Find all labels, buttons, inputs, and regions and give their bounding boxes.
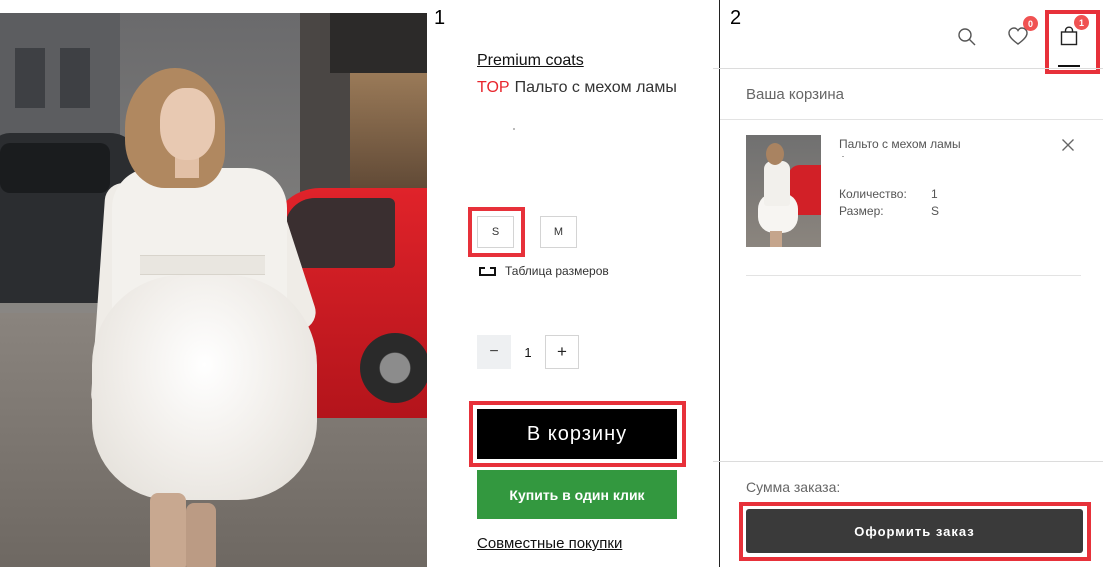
wishlist-count-badge: 0 (1023, 16, 1038, 31)
checkout-button[interactable]: Оформить заказ (746, 509, 1083, 553)
photo-window (15, 48, 45, 108)
cart-item-divider (746, 275, 1081, 276)
cart-count-badge: 1 (1074, 15, 1089, 30)
cart-active-indicator (1058, 65, 1080, 67)
panel-number-1: 1 (434, 7, 446, 29)
header-divider (713, 68, 1103, 69)
photo-boot-left (150, 493, 186, 567)
decorative-dot (513, 128, 515, 130)
top-badge: TOP (477, 79, 510, 96)
cart-footer-divider (713, 461, 1103, 462)
cart-item-name[interactable]: Пальто с мехом ламы (839, 137, 961, 151)
product-photo[interactable] (0, 13, 427, 567)
size-table-label: Таблица размеров (505, 264, 609, 278)
size-table-link[interactable]: Таблица размеров (479, 264, 609, 278)
photo-window (60, 48, 90, 108)
product-name: Пальто с мехом ламы (514, 79, 677, 96)
buy-one-click-button[interactable]: Купить в один клик (477, 470, 677, 519)
add-to-cart-button[interactable]: В корзину (477, 409, 677, 459)
brand-link[interactable]: Premium coats (477, 52, 584, 70)
photo-shop-window (350, 73, 427, 203)
cart-item-quantity-label: Количество: (839, 187, 907, 201)
cart-item-size-value: S (931, 204, 940, 218)
photo-wheel (360, 333, 427, 403)
panel-divider (719, 0, 720, 567)
search-icon[interactable] (957, 27, 977, 47)
thumb-coat (764, 161, 790, 206)
product-title: TOP Пальто с мехом ламы (477, 79, 677, 97)
photo-shop-sign (330, 13, 427, 73)
quantity-value[interactable]: 1 (511, 335, 545, 369)
thumb-hair (766, 143, 784, 165)
photo-boot-right (186, 503, 216, 567)
group-buy-link[interactable]: Совместные покупки (477, 535, 622, 552)
cart-item-dot (842, 156, 844, 157)
cart-item-size-label: Размер: (839, 204, 884, 218)
bag-icon[interactable] (1060, 26, 1078, 46)
photo-red-car-glass (285, 198, 395, 268)
size-option-m[interactable]: M (540, 216, 577, 248)
photo-face (160, 88, 215, 160)
ruler-icon (479, 266, 496, 276)
heart-icon[interactable] (1008, 27, 1028, 46)
quantity-decrease-button[interactable]: − (477, 335, 511, 369)
quantity-increase-button[interactable]: + (545, 335, 579, 369)
cart-item-thumbnail[interactable] (746, 135, 821, 247)
close-icon[interactable] (1061, 138, 1075, 152)
cart-title-divider (720, 119, 1103, 120)
panel-number-2: 2 (730, 7, 742, 29)
photo-belt (140, 255, 265, 275)
cart-title: Ваша корзина (746, 86, 845, 103)
thumb-boot (770, 231, 782, 247)
photo-fur-skirt (92, 275, 317, 500)
cart-item-quantity-value: 1 (931, 187, 938, 201)
photo-dark-car-glass (0, 143, 110, 193)
order-sum-label: Сумма заказа: (746, 479, 841, 495)
size-option-s[interactable]: S (477, 216, 514, 248)
